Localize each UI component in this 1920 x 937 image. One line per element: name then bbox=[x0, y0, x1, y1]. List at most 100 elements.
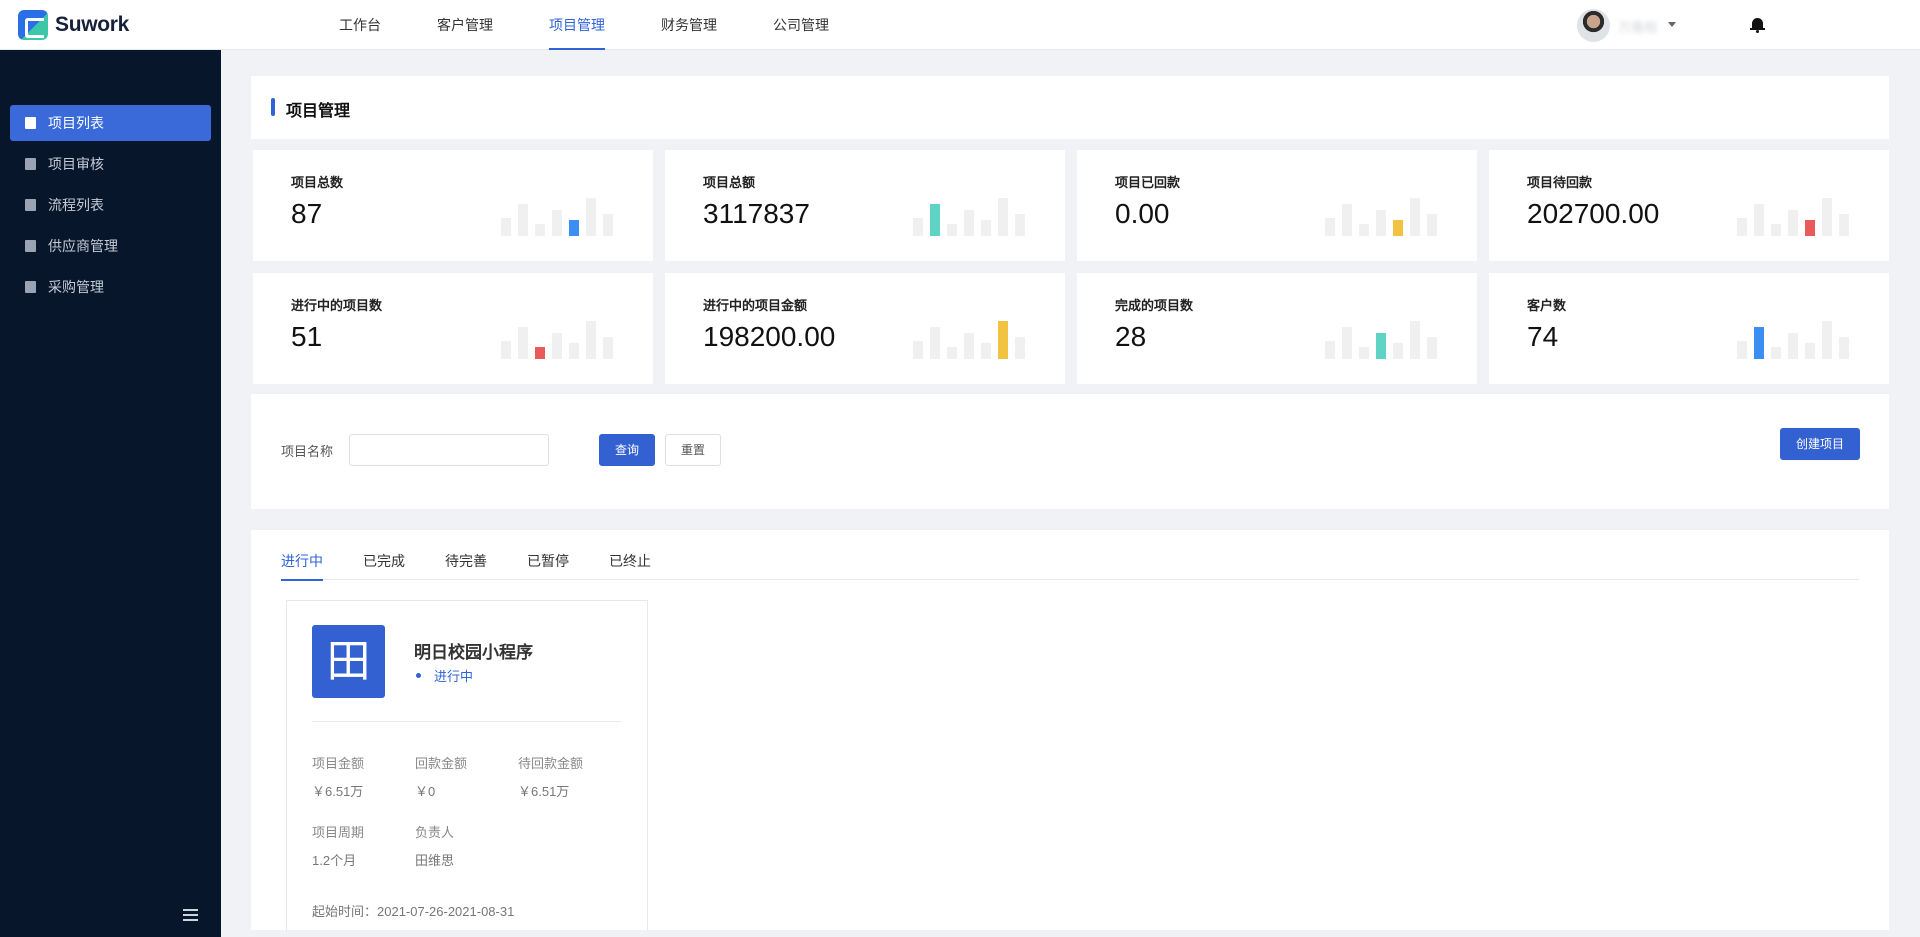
status-tabs: 进行中 已完成 待完善 已暂停 已终止 bbox=[281, 550, 1859, 581]
mini-bar bbox=[1822, 321, 1832, 359]
field-label: 项目金额 bbox=[312, 756, 365, 771]
mini-bar bbox=[947, 347, 957, 359]
mini-bar bbox=[1325, 341, 1335, 359]
mini-bar bbox=[964, 333, 974, 359]
mini-bar bbox=[586, 198, 596, 236]
sidebar-item-project-audit[interactable]: 项目审核 bbox=[10, 146, 211, 182]
sidebar-item-flow-list[interactable]: 流程列表 bbox=[10, 187, 211, 223]
mini-bar bbox=[1754, 327, 1764, 359]
field-value: ￥6.51万 bbox=[518, 784, 570, 799]
field-label: 负责人 bbox=[415, 825, 455, 840]
sidebar-item-label: 项目审核 bbox=[48, 156, 104, 172]
stat-card-total-amount: 项目总额 3117837 bbox=[665, 150, 1065, 261]
stat-card-pending: 项目待回款 202700.00 bbox=[1489, 150, 1889, 261]
topnav-projects[interactable]: 项目管理 bbox=[549, 0, 605, 50]
stat-value: 202700.00 bbox=[1527, 198, 1660, 229]
mini-bar bbox=[930, 204, 940, 236]
user-name[interactable]: 万雅相 bbox=[1618, 17, 1657, 36]
page-title: 项目管理 bbox=[286, 103, 351, 120]
stat-card-completed-count: 完成的项目数 28 bbox=[1077, 273, 1477, 384]
mini-bar bbox=[1342, 204, 1352, 236]
stat-card-total-projects: 项目总数 87 bbox=[253, 150, 653, 261]
field-value: 1.2个月 bbox=[312, 853, 357, 868]
mini-bar bbox=[998, 321, 1008, 359]
mini-bar bbox=[930, 327, 940, 359]
mini-bar-chart-icon bbox=[501, 321, 613, 359]
mini-bar bbox=[1376, 333, 1386, 359]
mini-bar bbox=[1393, 220, 1403, 236]
mini-bar bbox=[552, 210, 562, 236]
tab-completed[interactable]: 已完成 bbox=[363, 550, 405, 580]
tab-paused[interactable]: 已暂停 bbox=[527, 550, 569, 580]
divider bbox=[312, 721, 622, 722]
mini-bar-chart-icon bbox=[501, 198, 613, 236]
mini-bar bbox=[913, 341, 923, 359]
sidebar-item-project-list[interactable]: 项目列表 bbox=[10, 105, 211, 141]
tab-in-progress[interactable]: 进行中 bbox=[281, 550, 323, 581]
sidebar-item-label: 项目列表 bbox=[48, 115, 104, 131]
create-project-button[interactable]: 创建项目 bbox=[1780, 428, 1860, 460]
mini-bar-chart-icon bbox=[913, 321, 1025, 359]
stat-label: 完成的项目数 bbox=[1115, 298, 1194, 313]
mini-bar bbox=[1805, 220, 1815, 236]
project-date-range: 起始时间：2021-07-26-2021-08-31 bbox=[312, 904, 515, 919]
mini-bar bbox=[1427, 337, 1437, 359]
project-name-input[interactable] bbox=[349, 434, 549, 466]
logo[interactable]: Suwork bbox=[0, 0, 221, 50]
mini-bar bbox=[1788, 333, 1798, 359]
stat-card-received: 项目已回款 0.00 bbox=[1077, 150, 1477, 261]
project-card[interactable]: 田 明日校园小程序 进行中 项目金额 ￥6.51万 回款金额 ￥0 待回款金额 … bbox=[286, 600, 648, 930]
stat-label: 进行中的项目数 bbox=[291, 298, 383, 313]
mini-bar bbox=[1839, 214, 1849, 236]
tab-terminated[interactable]: 已终止 bbox=[609, 550, 651, 580]
mini-bar bbox=[501, 341, 511, 359]
mini-bar bbox=[1410, 321, 1420, 359]
topnav-workbench[interactable]: 工作台 bbox=[339, 0, 381, 50]
stat-card-ongoing-count: 进行中的项目数 51 bbox=[253, 273, 653, 384]
topnav-customers[interactable]: 客户管理 bbox=[437, 0, 493, 50]
mini-bar bbox=[1325, 218, 1335, 236]
mini-bar bbox=[1754, 204, 1764, 236]
stat-value: 28 bbox=[1115, 321, 1147, 352]
mini-bar bbox=[1393, 343, 1403, 359]
mini-bar bbox=[1359, 224, 1369, 236]
mini-bar bbox=[1427, 214, 1437, 236]
chevron-down-icon[interactable] bbox=[1668, 22, 1676, 27]
mini-bar bbox=[913, 218, 923, 236]
stat-value: 0.00 bbox=[1115, 198, 1170, 229]
project-name[interactable]: 明日校园小程序 bbox=[414, 638, 533, 663]
tab-to-improve[interactable]: 待完善 bbox=[445, 550, 487, 580]
menu-collapse-icon[interactable] bbox=[183, 909, 198, 922]
mini-bar bbox=[501, 218, 511, 236]
stat-card-ongoing-amount: 进行中的项目金额 198200.00 bbox=[665, 273, 1065, 384]
reset-button[interactable]: 重置 bbox=[665, 434, 721, 466]
mini-bar bbox=[518, 327, 528, 359]
query-button[interactable]: 查询 bbox=[599, 434, 655, 466]
topnav-finance[interactable]: 财务管理 bbox=[661, 0, 717, 50]
mini-bar bbox=[1839, 337, 1849, 359]
sidebar-item-purchase[interactable]: 采购管理 bbox=[10, 269, 211, 305]
field-label: 回款金额 bbox=[415, 756, 468, 771]
mini-bar bbox=[998, 198, 1008, 236]
stat-card-customers: 客户数 74 bbox=[1489, 273, 1889, 384]
avatar[interactable] bbox=[1577, 9, 1610, 42]
project-name-label: 项目名称 bbox=[281, 444, 334, 459]
sidebar-item-label: 供应商管理 bbox=[48, 238, 118, 254]
mini-bar bbox=[1805, 343, 1815, 359]
sidebar-item-label: 流程列表 bbox=[48, 197, 104, 213]
bell-icon[interactable] bbox=[1750, 17, 1765, 33]
topnav-company[interactable]: 公司管理 bbox=[773, 0, 829, 50]
mini-bar bbox=[1015, 214, 1025, 236]
mini-bar bbox=[1771, 224, 1781, 236]
stat-label: 项目总额 bbox=[703, 175, 756, 190]
mini-bar bbox=[964, 210, 974, 236]
mini-bar bbox=[1788, 210, 1798, 236]
field-value: ￥0 bbox=[415, 784, 436, 799]
mini-bar bbox=[569, 220, 579, 236]
stat-label: 项目待回款 bbox=[1527, 175, 1593, 190]
status-dot-icon bbox=[416, 673, 421, 678]
project-amount-field: 项目金额 ￥6.51万 bbox=[312, 753, 364, 800]
sidebar-item-supplier[interactable]: 供应商管理 bbox=[10, 228, 211, 264]
mini-bar bbox=[981, 220, 991, 236]
brand-logo-icon bbox=[18, 9, 48, 40]
